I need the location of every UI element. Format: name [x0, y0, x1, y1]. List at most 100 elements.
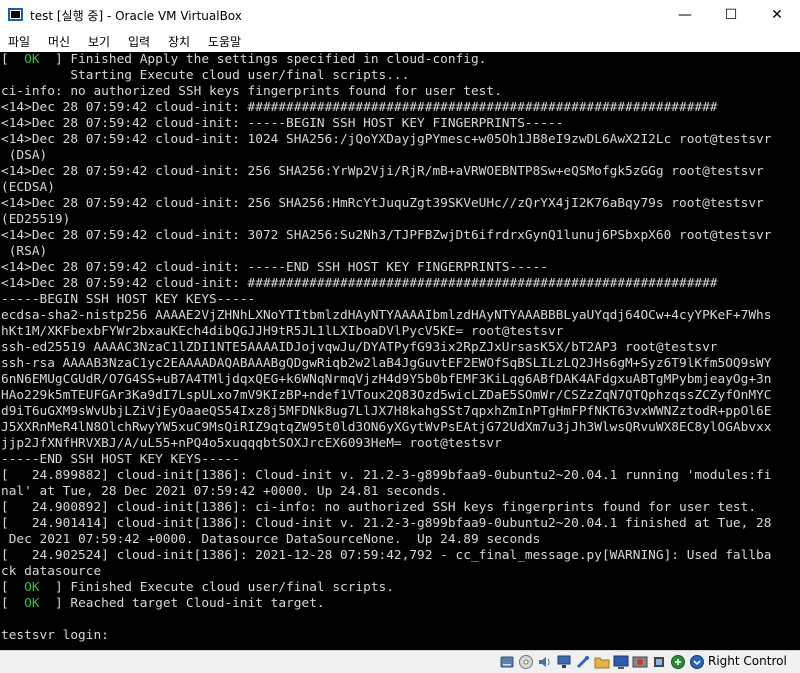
console-line: testsvr login: [1, 628, 118, 644]
console-line-text: <14>Dec 28 07:59:42 cloud-init: -----END… [1, 260, 549, 275]
status-bracket-open: [ [1, 52, 25, 67]
arrow-down-icon[interactable] [689, 654, 705, 670]
console-line: Dec 2021 07:59:42 +0000. Datasource Data… [1, 532, 541, 548]
video-capture-icon[interactable] [632, 654, 648, 670]
console-line: <14>Dec 28 07:59:42 cloud-init: ########… [1, 276, 718, 292]
console-line-text: ] Reached target Cloud-init target. [39, 596, 325, 611]
console-line: ck datasource [1, 564, 101, 580]
console-line: (ED25519) [1, 212, 70, 228]
console-line: (ECDSA) [1, 180, 55, 196]
shared-folders-icon[interactable] [594, 654, 610, 670]
console-line-text: [ 24.900892] cloud-init[1386]: ci-info: … [1, 500, 757, 515]
status-bracket-open: [ [1, 580, 25, 595]
menu-machine[interactable]: 머신 [48, 33, 70, 50]
console-line: (DSA) [1, 148, 48, 164]
console-line-text: (RSA) [1, 244, 48, 259]
ok-status: OK [24, 596, 40, 611]
console-line-text: HAo229k5mTEUFGAr3Ka9dI7LspULxo7mV9KIzBP+… [1, 388, 772, 403]
console-line: hKt1M/XKFbexbFYWr2bxauKEch4dibQGJJH9tR5J… [1, 324, 563, 340]
status-bracket-open: [ [1, 596, 25, 611]
console-line: <14>Dec 28 07:59:42 cloud-init: 1024 SHA… [1, 132, 771, 148]
console-line: [ 24.902524] cloud-init[1386]: 2021-12-2… [1, 548, 771, 564]
console-line-text: -----BEGIN SSH HOST KEY KEYS----- [1, 292, 256, 307]
console-line-text: hKt1M/XKFbexbFYWr2bxauKEch4dibQGJJH9tR5J… [1, 324, 564, 339]
console-line-text: (DSA) [1, 148, 48, 163]
console-line-text: Dec 2021 07:59:42 +0000. Datasource Data… [1, 532, 541, 547]
close-button[interactable]: ✕ [754, 0, 800, 30]
console-line: [ 24.900892] cloud-init[1386]: ci-info: … [1, 500, 756, 516]
minimize-button[interactable]: — [662, 0, 708, 30]
usb-icon[interactable] [575, 654, 591, 670]
console-line: <14>Dec 28 07:59:42 cloud-init: -----BEG… [1, 116, 563, 132]
console-line-text: ci-info: no authorized SSH keys fingerpr… [1, 84, 502, 99]
status-bar: Right Control [0, 650, 800, 673]
console-line-text: [ 24.899882] cloud-init[1386]: Cloud-ini… [1, 468, 772, 483]
optical-drive-icon[interactable] [518, 654, 534, 670]
console-line-text: -----END SSH HOST KEY KEYS----- [1, 452, 240, 467]
hard-disk-icon[interactable] [499, 654, 515, 670]
console-line: d9iT6uGXM9sWvUbjLZiVjEyOaaeQS54Ixz8j5MFD… [1, 404, 771, 420]
console-line: 6nN6EMUgCGUdR/O7G4SS+uB7A4TMljdqxQEG+k6W… [1, 372, 771, 388]
console-line-text: ssh-rsa AAAAB3NzaC1yc2EAAAADAQABAAABgQDg… [1, 356, 772, 371]
console-line-text: ] Finished Apply the settings specified … [39, 52, 487, 67]
console-line: J5XXRnMeR4lN8OlchRwyYW5xuC9MsQiRIZ9qtqZW… [1, 420, 771, 436]
menu-devices[interactable]: 장치 [168, 33, 190, 50]
menu-input[interactable]: 입력 [128, 33, 150, 50]
console-line: <14>Dec 28 07:59:42 cloud-init: 256 SHA2… [1, 164, 764, 180]
host-key-label: Right Control [708, 654, 787, 668]
audio-icon[interactable] [537, 654, 553, 670]
console-line-text: ecdsa-sha2-nistp256 AAAAE2VjZHNhLXNoYTIt… [1, 308, 772, 323]
console-line-text: ssh-ed25519 AAAAC3NzaC1lZDI1NTE5AAAAIDJo… [1, 340, 718, 355]
console-line-text: <14>Dec 28 07:59:42 cloud-init: ########… [1, 100, 718, 115]
vm-console-screen[interactable]: [ OK ] Finished Apply the settings speci… [0, 52, 800, 650]
console-line-text: <14>Dec 28 07:59:42 cloud-init: 3072 SHA… [1, 228, 772, 243]
menu-bar: 파일 머신 보기 입력 장치 도움말 [0, 30, 800, 52]
console-line: [ OK ] Finished Apply the settings speci… [1, 52, 486, 68]
console-line-text: [ 24.901414] cloud-init[1386]: Cloud-ini… [1, 516, 772, 531]
console-line: -----END SSH HOST KEY KEYS----- [1, 452, 240, 468]
console-line-text: J5XXRnMeR4lN8OlchRwyYW5xuC9MsQiRIZ9qtqZW… [1, 420, 772, 435]
menu-help[interactable]: 도움말 [208, 33, 241, 50]
window-title: test [실행 중] - Oracle VM VirtualBox [30, 9, 242, 23]
console-line-text: Starting Execute cloud user/final script… [1, 68, 410, 83]
console-line: ssh-ed25519 AAAAC3NzaC1lZDI1NTE5AAAAIDJo… [1, 340, 718, 356]
menu-file[interactable]: 파일 [8, 33, 30, 50]
console-line: jjp2JfXNfHRVXBJ/A/uL55+nPQ4o5xuqqqbtSOXJ… [1, 436, 502, 452]
console-line: <14>Dec 28 07:59:42 cloud-init: 3072 SHA… [1, 228, 771, 244]
mouse-integration-icon[interactable] [670, 654, 686, 670]
console-line: <14>Dec 28 07:59:42 cloud-init: ########… [1, 100, 718, 116]
ok-status: OK [24, 52, 40, 67]
display-icon[interactable] [613, 654, 629, 670]
console-line: ssh-rsa AAAAB3NzaC1yc2EAAAADAQABAAABgQDg… [1, 356, 771, 372]
cpu-icon[interactable] [651, 654, 667, 670]
text-cursor [117, 638, 118, 639]
console-line: (RSA) [1, 244, 48, 260]
console-line-text: testsvr login: [1, 628, 117, 643]
console-line: [ OK ] Finished Execute cloud user/final… [1, 580, 394, 596]
console-line-text: nal' at Tue, 28 Dec 2021 07:59:42 +0000.… [1, 484, 448, 499]
network-icon[interactable] [556, 654, 572, 670]
console-line-text: <14>Dec 28 07:59:42 cloud-init: 256 SHA2… [1, 164, 764, 179]
console-line-text: 6nN6EMUgCGUdR/O7G4SS+uB7A4TMljdqxQEG+k6W… [1, 372, 772, 387]
console-line: ecdsa-sha2-nistp256 AAAAE2VjZHNhLXNoYTIt… [1, 308, 771, 324]
console-line-text: (ECDSA) [1, 180, 55, 195]
console-line: [ 24.901414] cloud-init[1386]: Cloud-ini… [1, 516, 771, 532]
console-line: nal' at Tue, 28 Dec 2021 07:59:42 +0000.… [1, 484, 448, 500]
console-line-text: <14>Dec 28 07:59:42 cloud-init: 1024 SHA… [1, 132, 772, 147]
console-line-text: jjp2JfXNfHRVXBJ/A/uL55+nPQ4o5xuqqqbtSOXJ… [1, 436, 502, 451]
ok-status: OK [24, 580, 40, 595]
console-line-text: ] Finished Execute cloud user/final scri… [39, 580, 394, 595]
console-line: [ OK ] Reached target Cloud-init target. [1, 596, 325, 612]
console-line-text: <14>Dec 28 07:59:42 cloud-init: ########… [1, 276, 718, 291]
console-line: <14>Dec 28 07:59:42 cloud-init: -----END… [1, 260, 548, 276]
maximize-button[interactable]: ☐ [708, 0, 754, 30]
console-line: ci-info: no authorized SSH keys fingerpr… [1, 84, 502, 100]
console-line: [ 24.899882] cloud-init[1386]: Cloud-ini… [1, 468, 771, 484]
console-line: HAo229k5mTEUFGAr3Ka9dI7LspULxo7mV9KIzBP+… [1, 388, 771, 404]
title-bar: test [실행 중] - Oracle VM VirtualBox — ☐ ✕ [0, 0, 800, 30]
menu-view[interactable]: 보기 [88, 33, 110, 50]
console-line: <14>Dec 28 07:59:42 cloud-init: 256 SHA2… [1, 196, 764, 212]
console-line-text: <14>Dec 28 07:59:42 cloud-init: -----BEG… [1, 116, 564, 131]
console-line-text: (ED25519) [1, 212, 71, 227]
console-line-text: <14>Dec 28 07:59:42 cloud-init: 256 SHA2… [1, 196, 764, 211]
